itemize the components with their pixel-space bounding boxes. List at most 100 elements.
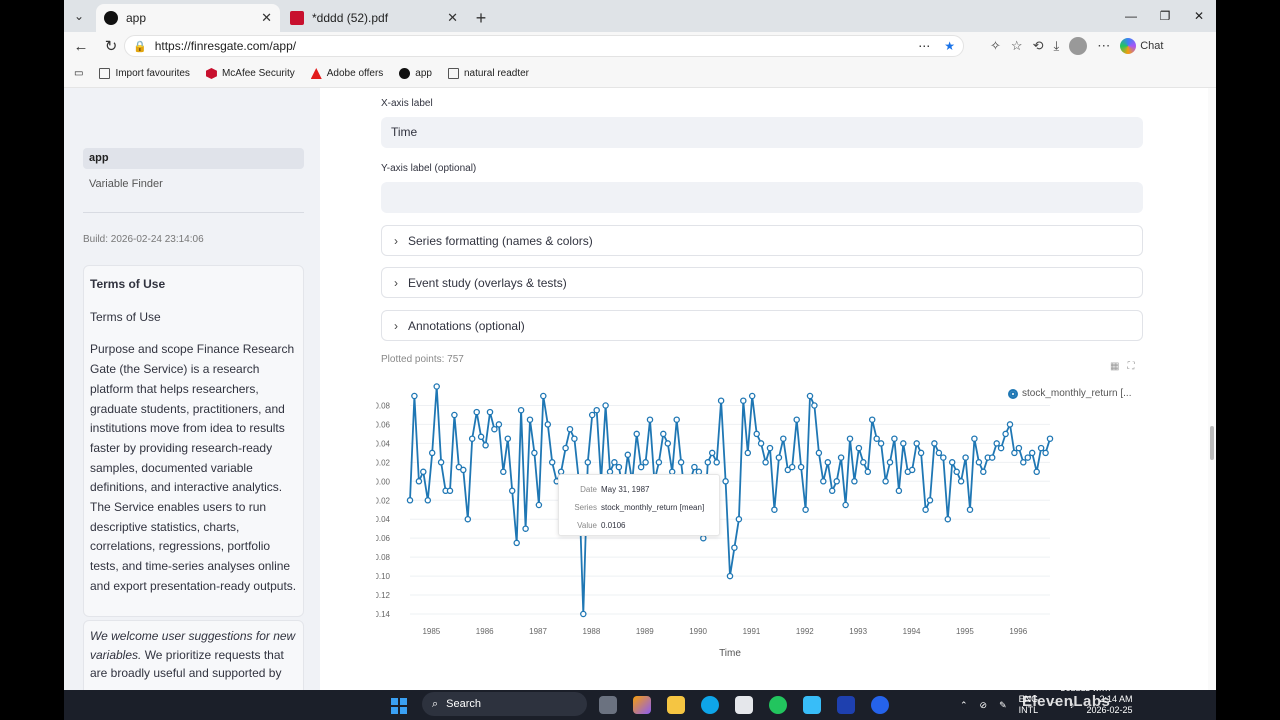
page-scrollbar[interactable] bbox=[1208, 88, 1216, 690]
data-point bbox=[944, 515, 952, 523]
microsoft-store-icon[interactable] bbox=[735, 696, 753, 714]
data-point bbox=[406, 497, 414, 504]
data-point bbox=[508, 487, 516, 495]
data-point bbox=[722, 478, 729, 485]
data-point bbox=[753, 430, 760, 438]
data-point bbox=[411, 392, 418, 400]
taskbar-search[interactable]: ⌕ Search bbox=[422, 692, 587, 716]
bookmark-mcafee[interactable]: McAfee Security bbox=[205, 68, 295, 79]
data-point bbox=[655, 459, 663, 466]
main-content: X-axis label Time Y-axis label (optional… bbox=[320, 88, 1208, 690]
tab-pdf[interactable]: *dddd (52).pdf ✕ bbox=[282, 4, 466, 32]
pdf-favicon-icon bbox=[290, 11, 304, 25]
address-bar[interactable]: 🔒 https://finresgate.com/app/ ⋯ ★ bbox=[124, 35, 964, 57]
y-axis-label-input[interactable] bbox=[381, 182, 1143, 213]
pen-icon[interactable]: ✎ bbox=[999, 700, 1007, 711]
data-point bbox=[882, 478, 889, 485]
fullscreen-icon[interactable]: ⛶ bbox=[1127, 361, 1134, 372]
bookmark-folder[interactable]: natural readter bbox=[447, 68, 529, 79]
edge-browser-icon[interactable] bbox=[701, 696, 719, 714]
data-point bbox=[437, 459, 445, 466]
favourites-icon[interactable]: ☆ bbox=[1011, 38, 1023, 54]
file-explorer-icon[interactable] bbox=[667, 696, 685, 714]
zoom-icon[interactable] bbox=[871, 696, 889, 714]
new-tab-plus-icon[interactable]: + bbox=[466, 4, 496, 32]
legend-series-name: stock_monthly_return [... bbox=[1022, 388, 1132, 399]
x-tick-label: 1993 bbox=[849, 627, 867, 636]
data-point bbox=[748, 392, 756, 400]
data-point bbox=[948, 459, 956, 466]
refresh-icon[interactable]: ↻ bbox=[96, 37, 126, 55]
sidebar-item-app[interactable]: app bbox=[83, 148, 304, 169]
annotations-expander[interactable]: › Annotations (optional) bbox=[381, 310, 1143, 341]
close-tab-icon[interactable]: ✕ bbox=[261, 10, 272, 26]
tab-app[interactable]: app ✕ bbox=[96, 4, 280, 32]
copilot-icon bbox=[1120, 38, 1137, 54]
network-off-icon[interactable]: ⊘ bbox=[980, 700, 988, 711]
data-point bbox=[700, 534, 707, 542]
data-point bbox=[1015, 444, 1023, 452]
data-point bbox=[842, 501, 849, 509]
data-point bbox=[535, 501, 543, 509]
copilot-chat-button[interactable]: Chat bbox=[1120, 38, 1163, 54]
settings-more-icon[interactable]: ⋯ bbox=[1097, 38, 1110, 54]
profile-avatar[interactable] bbox=[1069, 37, 1088, 55]
history-icon[interactable]: ⟲ bbox=[1033, 38, 1044, 54]
data-point bbox=[673, 416, 680, 423]
app-icon[interactable] bbox=[803, 696, 821, 714]
windows-start-icon[interactable] bbox=[391, 698, 407, 714]
data-point bbox=[953, 468, 960, 476]
data-point bbox=[1020, 459, 1027, 466]
data-point bbox=[833, 478, 840, 485]
browser-window: ⌄ app ✕ *dddd (52).pdf ✕ + — ❐ ✕ ← ↻ 🔒 h… bbox=[64, 0, 1216, 690]
chrome-icon[interactable] bbox=[769, 696, 787, 714]
bookmark-import[interactable]: Import favourites bbox=[99, 68, 190, 79]
series-formatting-expander[interactable]: › Series formatting (names & colors) bbox=[381, 225, 1143, 256]
data-point bbox=[642, 459, 649, 466]
chart-legend[interactable]: stock_monthly_return [... bbox=[1008, 388, 1132, 399]
data-point bbox=[624, 451, 632, 459]
tooltip-series: stock_monthly_return [mean] bbox=[601, 503, 705, 512]
data-point bbox=[873, 435, 880, 442]
chart-tooltip: Date May 31, 1987 Series stock_monthly_ret… bbox=[558, 474, 720, 536]
data-point bbox=[637, 463, 645, 471]
bookmarks-toggle-icon[interactable]: ▭ bbox=[74, 68, 83, 79]
downloads-icon[interactable]: ⤓ bbox=[1053, 38, 1059, 54]
tab-title: *dddd (52).pdf bbox=[312, 11, 389, 25]
data-point bbox=[802, 506, 809, 513]
bookmark-app[interactable]: app bbox=[399, 68, 432, 79]
extensions-icon[interactable]: ✧ bbox=[990, 38, 1001, 54]
data-point bbox=[846, 435, 854, 442]
data-point bbox=[1037, 444, 1045, 452]
line-chart[interactable]: 0.08 0.06 0.04 0.02 0.00 0.02 0.04 0.06 0.08 0.10… bbox=[376, 378, 1156, 668]
favourite-star-icon[interactable]: ★ bbox=[944, 39, 955, 53]
data-point bbox=[900, 440, 907, 447]
table-view-icon[interactable]: ▦ bbox=[1110, 361, 1119, 372]
copilot-app-icon[interactable] bbox=[633, 696, 651, 714]
data-point bbox=[415, 478, 423, 485]
window-controls: — ❐ ✕ bbox=[1114, 0, 1216, 32]
back-arrow-icon[interactable]: ← bbox=[66, 38, 96, 55]
x-axis-label-input[interactable]: Time bbox=[381, 117, 1143, 148]
tray-overflow-chevron-icon[interactable]: ⌃ bbox=[960, 700, 968, 711]
data-point bbox=[451, 411, 458, 419]
more-options-circle-icon[interactable]: ⋯ bbox=[918, 39, 930, 53]
close-tab-icon[interactable]: ✕ bbox=[447, 10, 458, 26]
address-toolbar: ← ↻ 🔒 https://finresgate.com/app/ ⋯ ★ ✧ … bbox=[64, 32, 1216, 60]
close-window-icon[interactable]: ✕ bbox=[1182, 0, 1216, 32]
data-point bbox=[531, 449, 538, 457]
restore-icon[interactable]: ❐ bbox=[1148, 0, 1182, 32]
scrollbar-thumb[interactable] bbox=[1210, 426, 1214, 460]
event-study-expander[interactable]: › Event study (overlays & tests) bbox=[381, 267, 1143, 298]
minimize-icon[interactable]: — bbox=[1114, 0, 1148, 32]
outlook-icon[interactable] bbox=[837, 696, 855, 714]
bookmark-adobe[interactable]: Adobe offers bbox=[310, 68, 383, 79]
data-point bbox=[1028, 449, 1036, 457]
data-point bbox=[931, 440, 938, 447]
sidebar-item-variable-finder[interactable]: Variable Finder bbox=[83, 174, 304, 195]
x-tick-label: 1989 bbox=[636, 627, 654, 636]
data-point bbox=[468, 435, 476, 442]
tab-actions-chevron-icon[interactable]: ⌄ bbox=[64, 0, 94, 32]
data-point bbox=[922, 506, 929, 513]
task-view-icon[interactable] bbox=[599, 696, 617, 714]
